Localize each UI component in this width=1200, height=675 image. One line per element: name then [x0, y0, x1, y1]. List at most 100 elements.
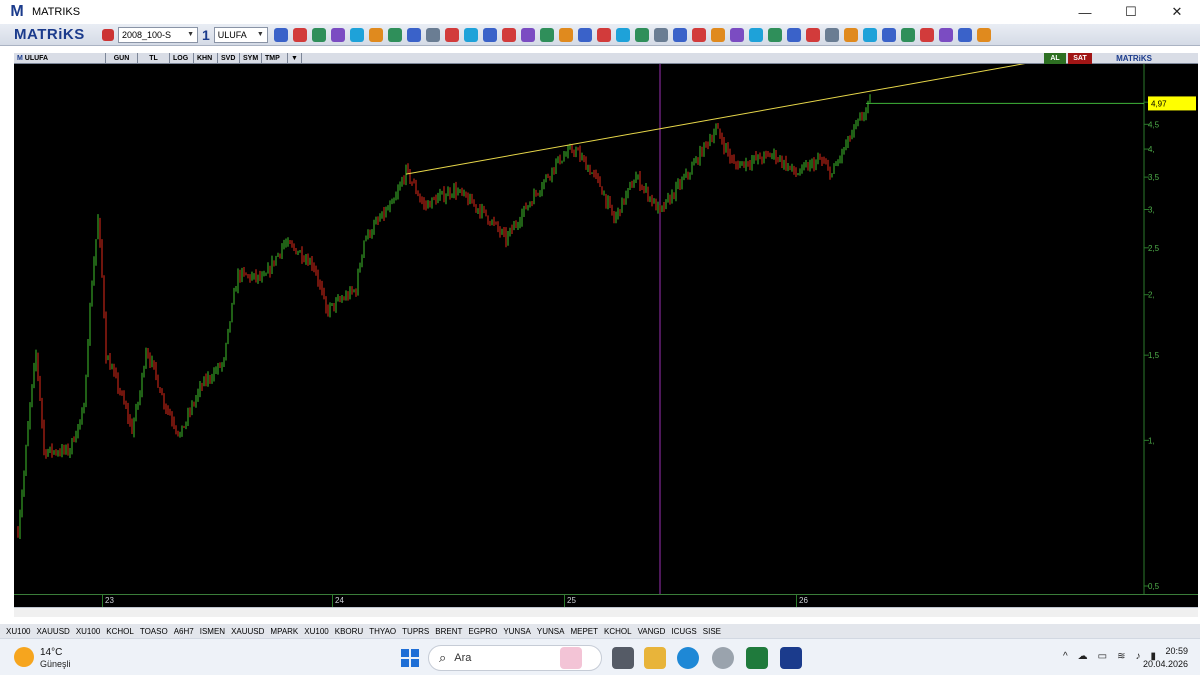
chevron-up-icon[interactable]: ^ — [1063, 651, 1068, 662]
edge-icon[interactable] — [677, 647, 699, 669]
weather-description[interactable]: Güneşli — [40, 659, 71, 669]
watchlist-tab[interactable]: TOASO — [140, 627, 168, 636]
toolbar-tool-icon[interactable] — [558, 27, 573, 42]
watchlist-tab[interactable]: YUNSA — [537, 627, 565, 636]
symbol-select[interactable]: ULUFA ▼ — [213, 26, 268, 43]
clock[interactable]: 20:59 20.04.2026 — [1143, 645, 1188, 671]
save-icon[interactable] — [102, 28, 114, 41]
toolbar-tool-icon[interactable] — [862, 27, 877, 42]
toolbar-tool-icon[interactable] — [805, 27, 820, 42]
toolbar-tool-icon[interactable] — [615, 27, 630, 42]
toolbar-tool-icon[interactable] — [729, 27, 744, 42]
template-select[interactable]: 2008_100-S ▼ — [118, 26, 198, 43]
watchlist-tab[interactable]: BRENT — [435, 627, 462, 636]
period-value[interactable]: 1 — [202, 27, 210, 43]
sym-button[interactable]: SYM — [240, 52, 262, 64]
toolbar-tool-icon[interactable] — [824, 27, 839, 42]
tmp-button[interactable]: TMP — [262, 52, 288, 64]
flowers-icon[interactable] — [560, 647, 582, 669]
price-chart[interactable]: 5,4,54,3,53,2,52,1,51,0,54,97 — [14, 57, 1198, 594]
watchlist-tab[interactable]: ICUGS — [671, 627, 696, 636]
toolbar-tool-icon[interactable] — [577, 27, 592, 42]
toolbar-tool-icon[interactable] — [292, 27, 307, 42]
watchlist-tab[interactable]: TUPRS — [402, 627, 429, 636]
toolbar-tool-icon[interactable] — [406, 27, 421, 42]
wifi-icon[interactable]: ≋ — [1117, 651, 1125, 662]
minimize-button[interactable]: — — [1062, 0, 1108, 24]
y-tick-label: 4,5 — [1148, 120, 1160, 129]
khn-button[interactable]: KHN — [194, 52, 218, 64]
toolbar-tool-icon[interactable] — [273, 27, 288, 42]
dropdown-icon[interactable]: ▼ — [288, 52, 302, 64]
toolbar-tool-icon[interactable] — [425, 27, 440, 42]
toolbar-tool-icon[interactable] — [957, 27, 972, 42]
watchlist-tab[interactable]: A6H7 — [174, 627, 194, 636]
toolbar-tool-icon[interactable] — [748, 27, 763, 42]
toolbar-tool-icon[interactable] — [387, 27, 402, 42]
toolbar-tool-icon[interactable] — [691, 27, 706, 42]
toolbar-tool-icon[interactable] — [368, 27, 383, 42]
weather-sun-icon[interactable] — [14, 647, 34, 667]
toolbar-tool-icon[interactable] — [330, 27, 345, 42]
toolbar-tool-icon[interactable] — [463, 27, 478, 42]
watchlist-tab[interactable]: THYAO — [369, 627, 396, 636]
toolbar-tool-icon[interactable] — [900, 27, 915, 42]
buy-button[interactable]: AL — [1044, 53, 1066, 64]
watchlist-tab[interactable]: SISE — [703, 627, 721, 636]
gun-button[interactable]: GUN — [106, 52, 138, 64]
toolbar-tool-icon[interactable] — [482, 27, 497, 42]
monitor-icon[interactable]: ▭ — [1098, 651, 1107, 662]
toolbar-tool-icon[interactable] — [349, 27, 364, 42]
watchlist-tab[interactable]: VANGD — [638, 627, 666, 636]
toolbar-tool-icon[interactable] — [539, 27, 554, 42]
toolbar-tool-icon[interactable] — [634, 27, 649, 42]
watchlist-tab[interactable]: XU100 — [304, 627, 328, 636]
watchlist-tab[interactable]: MEPET — [570, 627, 598, 636]
toolbar-tool-icon[interactable] — [444, 27, 459, 42]
watchlist-tab[interactable]: XAUUSD — [231, 627, 264, 636]
toolbar-tool-icon[interactable] — [520, 27, 535, 42]
weather-temperature[interactable]: 14°C — [40, 647, 62, 658]
watchlist-tab[interactable]: MPARK — [270, 627, 298, 636]
volume-icon[interactable]: ♪ — [1135, 651, 1140, 662]
task-view-icon[interactable] — [612, 647, 634, 669]
close-button[interactable]: ✕ — [1154, 0, 1200, 24]
watchlist-tab[interactable]: KCHOL — [106, 627, 134, 636]
toolbar-tool-icon[interactable] — [767, 27, 782, 42]
toolbar-tool-icon[interactable] — [710, 27, 725, 42]
toolbar-tool-icon[interactable] — [672, 27, 687, 42]
toolbar-tool-icon[interactable] — [501, 27, 516, 42]
toolbar-tool-icon[interactable] — [976, 27, 991, 42]
chart-symbol[interactable]: M ULUFA — [14, 52, 106, 64]
watchlist-tab[interactable]: KBORU — [335, 627, 363, 636]
toolbar-tool-icon[interactable] — [596, 27, 611, 42]
log-button[interactable]: LOG — [170, 52, 194, 64]
toolbar-tool-icon[interactable] — [786, 27, 801, 42]
chart-svg[interactable]: 5,4,54,3,53,2,52,1,51,0,54,97 — [14, 57, 1198, 594]
excel-icon[interactable] — [746, 647, 768, 669]
tl-button[interactable]: TL — [138, 52, 170, 64]
chrome-icon[interactable] — [712, 647, 734, 669]
watchlist-tab[interactable]: XAUUSD — [36, 627, 69, 636]
cloud-icon[interactable]: ☁ — [1078, 651, 1088, 662]
toolbar-tool-icon[interactable] — [919, 27, 934, 42]
toolbar-tool-icon[interactable] — [843, 27, 858, 42]
watchlist-tab[interactable]: KCHOL — [604, 627, 632, 636]
toolbar-tool-icon[interactable] — [938, 27, 953, 42]
svd-button[interactable]: SVD — [218, 52, 240, 64]
watchlist-tab[interactable]: ISMEN — [200, 627, 225, 636]
watchlist-tab[interactable]: YUNSA — [503, 627, 531, 636]
maximize-button[interactable]: ☐ — [1108, 0, 1154, 24]
windows-start-icon[interactable] — [400, 648, 420, 668]
toolbar-tool-icon[interactable] — [653, 27, 668, 42]
horizontal-scrollbar[interactable] — [14, 607, 1198, 617]
watchlist-tab[interactable]: XU100 — [76, 627, 100, 636]
sell-button[interactable]: SAT — [1068, 53, 1092, 64]
toolbar-tool-icon[interactable] — [881, 27, 896, 42]
file-explorer-icon[interactable] — [644, 647, 666, 669]
toolbar-tool-icon[interactable] — [311, 27, 326, 42]
matriks-taskbar-icon[interactable] — [780, 647, 802, 669]
watchlist-tab[interactable]: XU100 — [6, 627, 30, 636]
watchlist-tab[interactable]: EGPRO — [468, 627, 497, 636]
trendline[interactable] — [405, 57, 1057, 175]
